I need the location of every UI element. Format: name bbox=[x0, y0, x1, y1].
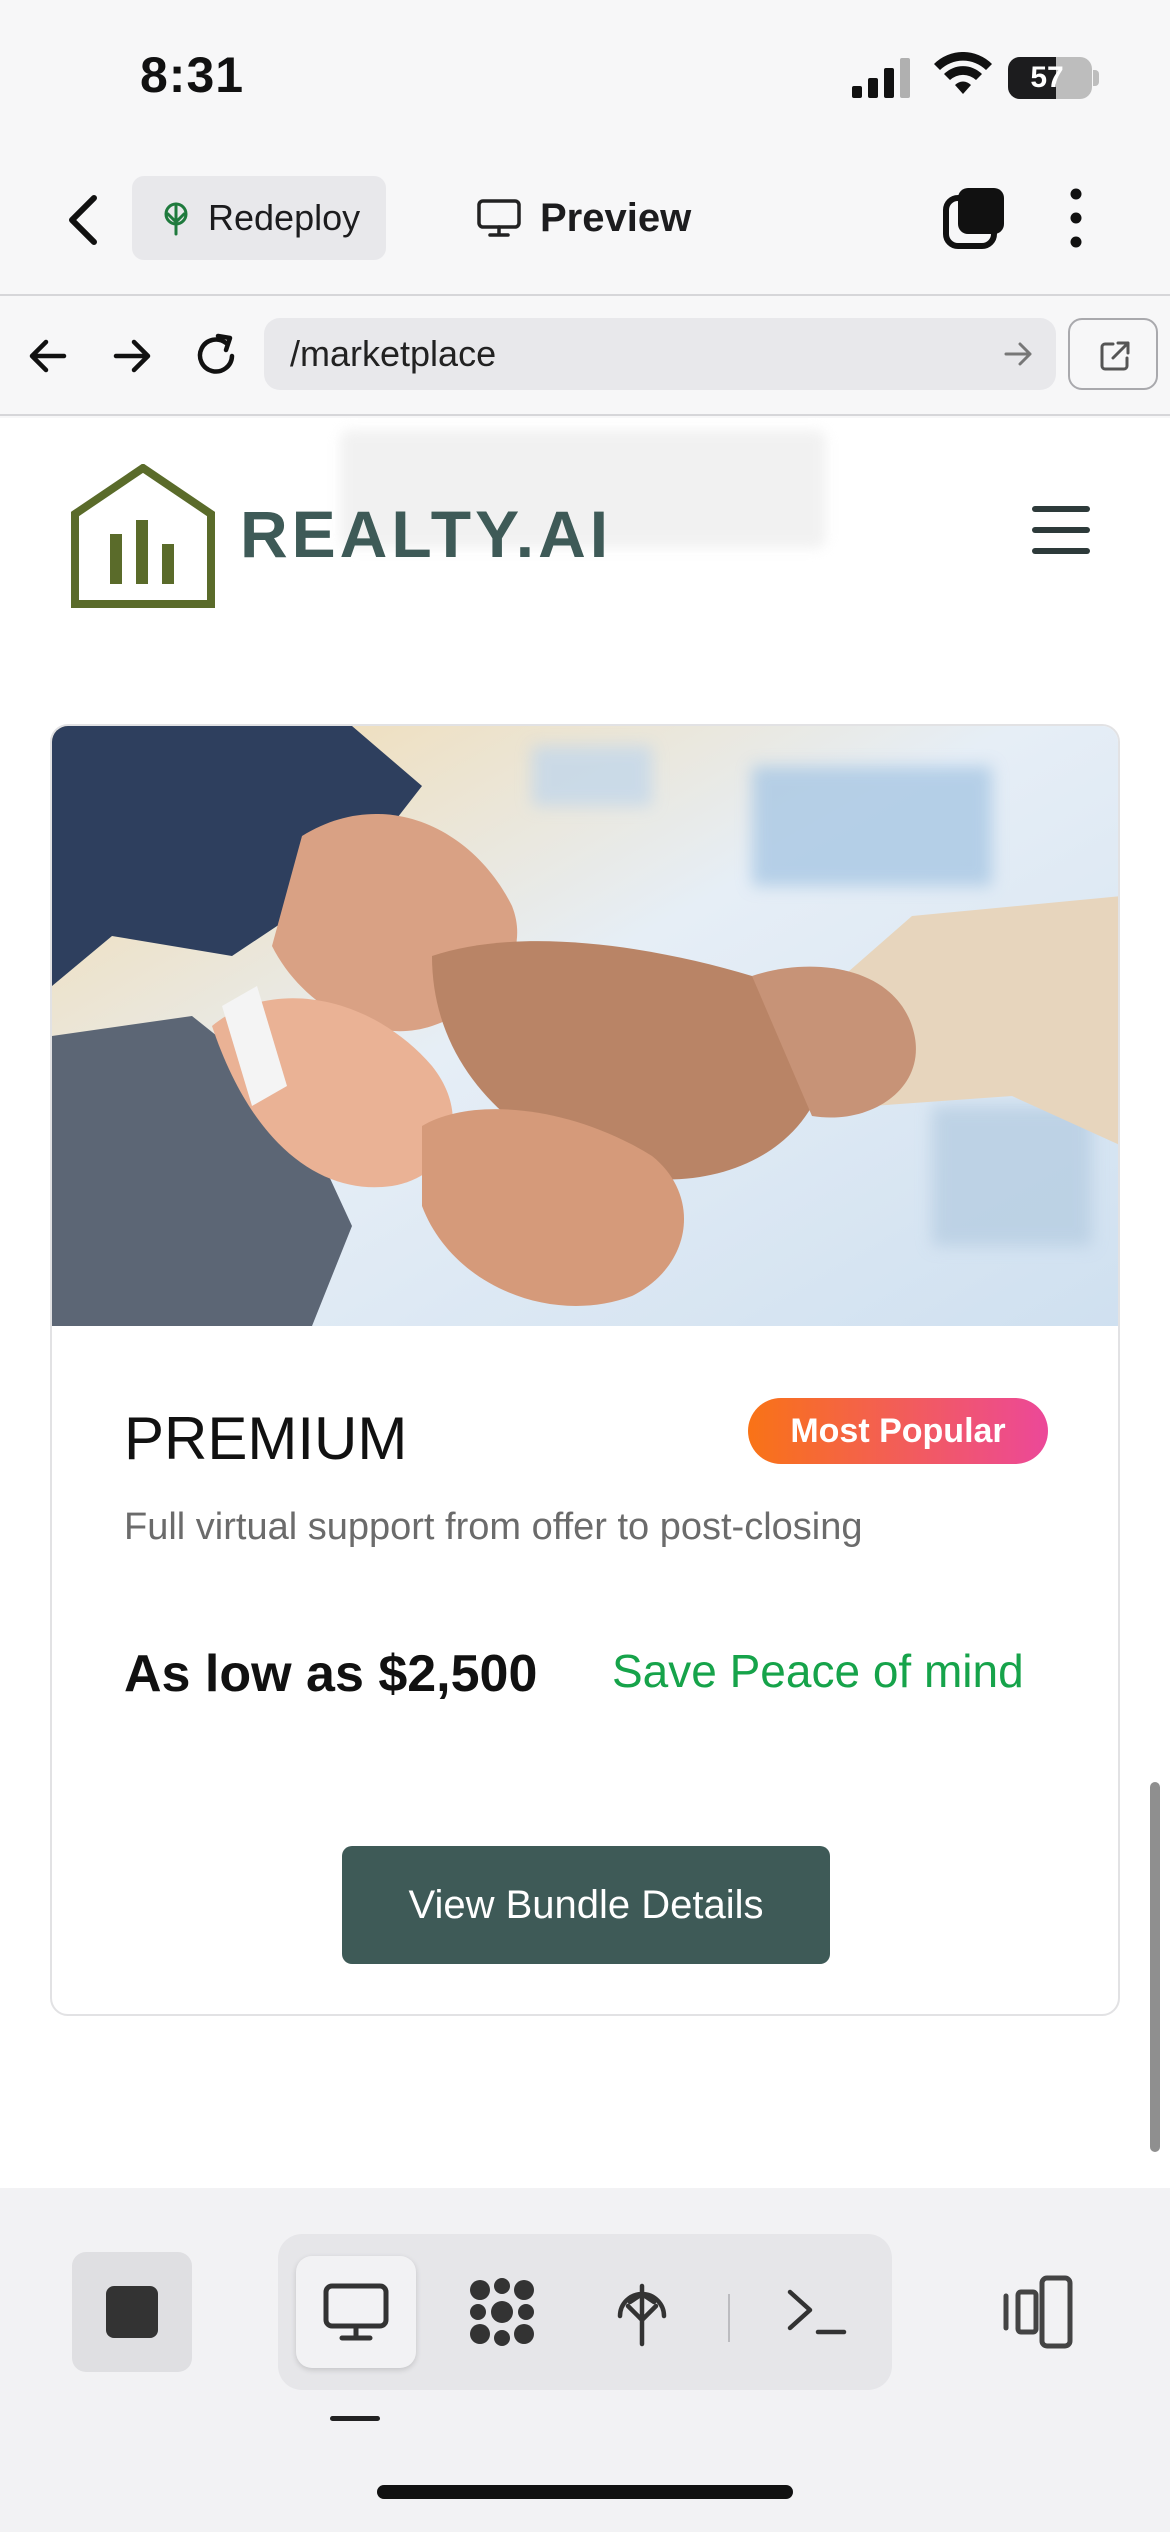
bundle-card: PREMIUM Most Popular Full virtual suppor… bbox=[50, 724, 1120, 2016]
bundle-tier-title: PREMIUM bbox=[124, 1405, 408, 1472]
apps-icon bbox=[470, 2278, 534, 2346]
most-popular-badge: Most Popular bbox=[748, 1398, 1048, 1464]
tool-apps[interactable] bbox=[442, 2256, 562, 2368]
tool-switcher bbox=[278, 2234, 892, 2390]
tool-deploy[interactable] bbox=[582, 2256, 702, 2368]
tool-preview[interactable] bbox=[296, 2256, 416, 2368]
url-input[interactable]: /marketplace bbox=[264, 318, 1056, 390]
preview-label: Preview bbox=[540, 195, 692, 240]
stop-icon bbox=[106, 2286, 158, 2338]
bundle-savings: Save Peace of mind bbox=[612, 1645, 1024, 1697]
view-bundle-details-button[interactable]: View Bundle Details bbox=[342, 1846, 830, 1964]
arrow-left-icon[interactable] bbox=[20, 328, 76, 384]
open-external-button[interactable] bbox=[1068, 318, 1158, 390]
tabs-icon[interactable] bbox=[942, 186, 1006, 250]
bundle-card-body: PREMIUM Most Popular Full virtual suppor… bbox=[52, 1326, 1118, 2014]
house-chart-logo-icon[interactable] bbox=[70, 464, 216, 610]
status-bar: 8:31 57 bbox=[0, 0, 1170, 150]
hamburger-menu-icon[interactable] bbox=[1032, 506, 1090, 554]
site-header: REALTY.AI bbox=[0, 418, 1170, 628]
scrollbar-thumb[interactable] bbox=[1150, 1782, 1160, 2152]
go-arrow-icon[interactable] bbox=[1000, 336, 1036, 372]
active-tool-indicator bbox=[330, 2416, 380, 2421]
status-time: 8:31 bbox=[140, 47, 245, 103]
redeploy-label: Redeploy bbox=[208, 197, 361, 238]
arrow-right-icon[interactable] bbox=[104, 328, 160, 384]
handshake-photo bbox=[52, 726, 1118, 1326]
stop-button[interactable] bbox=[72, 2252, 192, 2372]
toolbar-divider bbox=[728, 2294, 730, 2342]
battery-icon: 57 bbox=[1008, 57, 1092, 99]
app-top-bar: Redeploy Preview bbox=[0, 150, 1170, 296]
browser-url-bar: /marketplace bbox=[0, 296, 1170, 416]
redeploy-button[interactable]: Redeploy bbox=[132, 176, 386, 260]
wifi-icon bbox=[934, 52, 992, 94]
reload-icon[interactable] bbox=[188, 328, 244, 384]
monitor-icon bbox=[323, 2283, 389, 2341]
more-options-icon[interactable] bbox=[1064, 186, 1088, 250]
device-toggle-icon[interactable] bbox=[996, 2272, 1076, 2352]
bottom-toolbar bbox=[0, 2188, 1170, 2532]
url-text: /marketplace bbox=[290, 333, 497, 374]
battery-nub bbox=[1093, 70, 1099, 86]
deploy-tree-icon bbox=[164, 202, 188, 236]
back-chevron-icon[interactable] bbox=[60, 190, 110, 250]
bundle-price: As low as $2,500 bbox=[124, 1645, 538, 1703]
web-preview: REALTY.AI PREMIUM Most Popular Full virt… bbox=[0, 418, 1170, 2188]
site-logo-text[interactable]: REALTY.AI bbox=[240, 496, 612, 572]
home-indicator bbox=[377, 2485, 793, 2499]
tool-terminal[interactable] bbox=[756, 2256, 876, 2368]
bundle-description: Full virtual support from offer to post-… bbox=[124, 1506, 863, 1548]
external-link-icon bbox=[1100, 341, 1130, 371]
monitor-icon bbox=[477, 199, 521, 237]
cellular-signal-icon bbox=[852, 58, 910, 98]
terminal-icon bbox=[787, 2289, 847, 2335]
preview-tab[interactable]: Preview bbox=[476, 176, 691, 260]
deploy-icon bbox=[617, 2283, 667, 2347]
battery-percent: 57 bbox=[1030, 61, 1064, 94]
